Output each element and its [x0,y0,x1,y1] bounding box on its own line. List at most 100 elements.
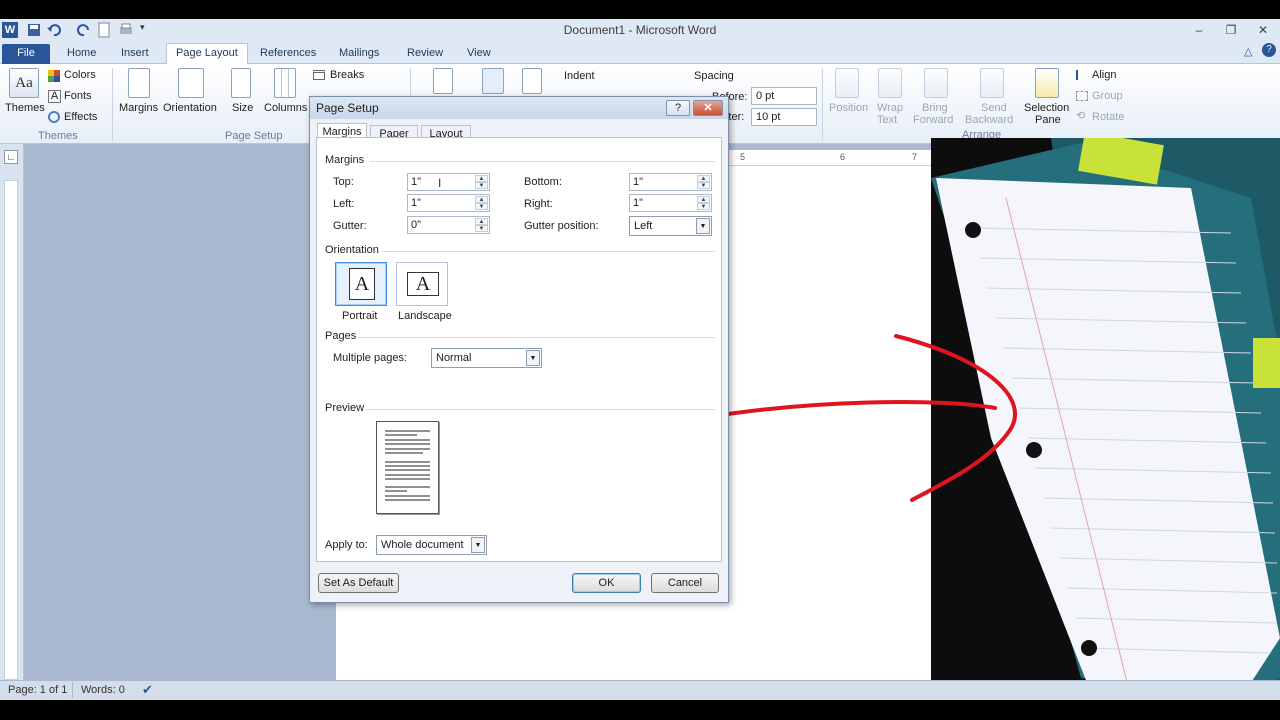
wrap-text-label-1[interactable]: Wrap [877,102,903,114]
effects-icon [48,111,60,123]
set-as-default-button[interactable]: Set As Default [318,573,399,593]
multiple-pages-select[interactable]: Normal ▼ [431,348,542,368]
wrap-text-icon[interactable] [878,68,902,98]
text-cursor-icon: I [438,176,442,190]
annotation-arrow [700,334,1017,502]
spin-up-icon[interactable]: ▲ [697,175,710,182]
size-button[interactable]: Size [232,102,253,114]
spin-down-icon[interactable]: ▼ [697,182,710,189]
apply-to-select[interactable]: Whole document ▼ [376,535,487,555]
send-backward-label-1[interactable]: Send [981,102,1007,114]
themes-icon[interactable]: Aa [9,68,39,98]
position-button[interactable]: Position [829,102,868,114]
right-margin-field[interactable]: 1" ▲ ▼ [629,194,712,212]
spin-down-icon[interactable]: ▼ [697,203,710,210]
bottom-margin-field[interactable]: 1" ▲ ▼ [629,173,712,191]
apply-to-label: Apply to: [325,539,368,551]
margins-icon[interactable] [128,68,150,98]
selection-pane-icon[interactable] [1035,68,1059,98]
columns-button[interactable]: Columns [264,102,307,114]
orientation-button[interactable]: Orientation [163,102,217,114]
page-count[interactable]: Page: 1 of 1 [8,684,67,696]
gutter-position-label: Gutter position: [524,220,599,232]
minimize-ribbon-icon[interactable]: △ [1244,45,1252,58]
dialog-title-bar[interactable]: Page Setup ? ✕ [310,97,728,119]
word-count[interactable]: Words: 0 [81,684,125,696]
spin-up-icon[interactable]: ▲ [475,175,488,182]
portrait-option[interactable]: A [335,262,387,306]
bring-forward-icon[interactable] [924,68,948,98]
tab-selector-icon[interactable]: ∟ [4,150,18,164]
close-window-button[interactable]: ✕ [1250,21,1276,39]
orientation-icon[interactable] [178,68,204,98]
tab-home[interactable]: Home [58,44,105,64]
dialog-help-button[interactable]: ? [666,100,690,116]
spin-down-icon[interactable]: ▼ [475,182,488,189]
fonts-icon: A [48,90,61,103]
colors-icon [48,70,60,82]
tab-references[interactable]: References [251,44,325,64]
landscape-option[interactable]: A [396,262,448,306]
colors-button[interactable]: Colors [64,69,96,81]
position-icon[interactable] [835,68,859,98]
tab-insert[interactable]: Insert [112,44,158,64]
selection-pane-label-1[interactable]: Selection [1024,102,1069,114]
tab-view[interactable]: View [458,44,500,64]
dialog-close-button[interactable]: ✕ [693,100,723,116]
dropdown-arrow-icon[interactable]: ▼ [526,350,540,366]
spin-up-icon[interactable]: ▲ [475,196,488,203]
top-margin-label: Top: [333,176,354,188]
breaks-button[interactable]: Breaks [330,69,364,81]
tab-review[interactable]: Review [398,44,452,64]
spacing-after-input[interactable]: 10 pt [751,108,817,126]
left-margin-label: Left: [333,198,355,210]
bottom-margin-label: Bottom: [524,176,562,188]
group-icon [1076,91,1088,101]
gutter-field[interactable]: 0" ▲ ▼ [407,216,490,234]
themes-button[interactable]: Themes [5,102,45,114]
themes-group-label: Themes [38,130,78,142]
columns-icon[interactable] [274,68,296,98]
send-backward-icon[interactable] [980,68,1004,98]
rotate-button[interactable]: Rotate [1092,111,1124,123]
landscape-label[interactable]: Landscape [398,310,452,322]
restore-button[interactable]: ❐ [1218,21,1244,39]
align-icon [1076,70,1088,80]
proofing-icon[interactable]: ✔ [142,682,153,698]
gutter-position-select[interactable]: Left ▼ [629,216,712,236]
ok-button[interactable]: OK [572,573,641,593]
minimize-button[interactable]: – [1186,21,1212,39]
group-button[interactable]: Group [1092,90,1123,102]
dropdown-arrow-icon[interactable]: ▼ [696,218,710,234]
dialog-title: Page Setup [316,101,379,115]
spin-down-icon[interactable]: ▼ [475,203,488,210]
tab-file[interactable]: File [2,44,50,64]
watermark-icon[interactable] [433,68,453,94]
tab-mailings[interactable]: Mailings [330,44,388,64]
spin-up-icon[interactable]: ▲ [475,218,488,225]
ribbon-tabs: File Home Insert Page Layout References … [0,41,1280,65]
page-borders-icon[interactable] [522,68,542,94]
bring-forward-label-2[interactable]: Forward [913,114,953,126]
page-color-icon[interactable] [482,68,504,94]
portrait-label[interactable]: Portrait [342,310,377,322]
fonts-button[interactable]: Fonts [64,90,92,102]
dropdown-arrow-icon[interactable]: ▼ [471,537,485,553]
bring-forward-label-1[interactable]: Bring [922,102,948,114]
spin-down-icon[interactable]: ▼ [475,225,488,232]
selection-pane-label-2[interactable]: Pane [1035,114,1061,126]
left-margin-field[interactable]: 1" ▲ ▼ [407,194,490,212]
tab-page-layout[interactable]: Page Layout [166,43,248,65]
effects-button[interactable]: Effects [64,111,97,123]
window-title: Document1 - Microsoft Word [563,23,717,37]
cancel-button[interactable]: Cancel [651,573,719,593]
help-icon[interactable]: ? [1262,43,1276,57]
top-margin-field[interactable]: 1" I ▲ ▼ [407,173,490,191]
wrap-text-label-2[interactable]: Text [877,114,897,126]
align-button[interactable]: Align [1092,69,1116,81]
size-icon[interactable] [231,68,251,98]
spin-up-icon[interactable]: ▲ [697,196,710,203]
send-backward-label-2[interactable]: Backward [965,114,1013,126]
spacing-before-input[interactable]: 0 pt [751,87,817,105]
margins-button[interactable]: Margins [119,102,158,114]
